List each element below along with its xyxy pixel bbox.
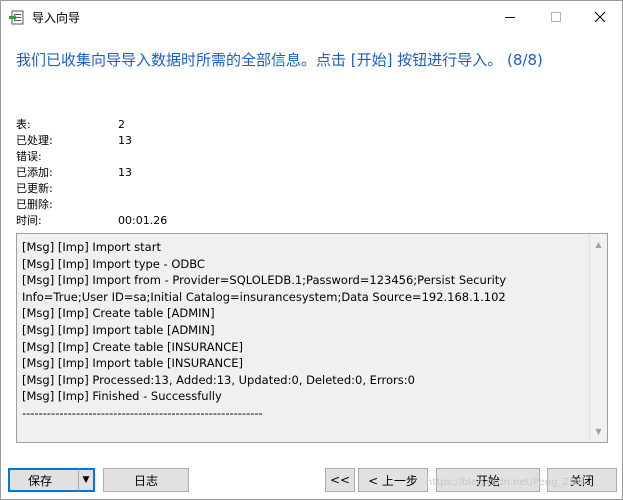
- import-wizard-window: 导入向导 我们已收集向导导入数据时所需的全部信息。点击 [开始] 按钮进行导入。…: [0, 0, 623, 500]
- log-line: [Msg] [Imp] Import table [INSURANCE]: [22, 356, 243, 371]
- stat-row-errors: 错误:: [16, 149, 316, 165]
- log-line: [Msg] [Imp] Create table [ADMIN]: [22, 306, 215, 321]
- log-line: [Msg] [Imp] Processed:13, Added:13, Upda…: [22, 372, 415, 387]
- log-line: [Msg] [Imp] Finished - Successfully: [22, 389, 222, 404]
- save-dropdown-button[interactable]: ▼: [78, 468, 95, 492]
- import-log-panel[interactable]: [Msg] [Imp] Import start [Msg] [Imp] Imp…: [16, 233, 608, 443]
- stat-value: 13: [118, 166, 132, 179]
- save-button[interactable]: 保存: [8, 468, 86, 492]
- stat-row-added: 已添加: 13: [16, 165, 316, 181]
- stat-value: 2: [118, 118, 125, 131]
- log-text: [Msg] [Imp] Import start [Msg] [Imp] Imp…: [22, 239, 587, 422]
- log-line: [Msg] [Imp] Import from - Provider=SQLOL…: [22, 273, 507, 288]
- log-line: [Msg] [Imp] Import type - ODBC: [22, 256, 205, 271]
- stat-label: 表:: [16, 118, 31, 131]
- stat-value: 13: [118, 134, 132, 147]
- log-button-label: 日志: [133, 473, 158, 488]
- first-step-button[interactable]: <<: [325, 468, 355, 492]
- log-line: [Msg] [Imp] Create table [INSURANCE]: [22, 339, 243, 354]
- back-button[interactable]: < 上一步: [358, 468, 428, 492]
- window-title: 导入向导: [32, 11, 81, 25]
- log-line: [Msg] [Imp] Import table [ADMIN]: [22, 322, 215, 337]
- stat-row-deleted: 已删除:: [16, 197, 316, 213]
- first-step-label: <<: [329, 473, 351, 487]
- import-wizard-icon: [9, 9, 25, 25]
- stat-value: 00:01.26: [118, 214, 168, 227]
- stat-label: 已处理:: [16, 134, 53, 147]
- log-line: ----------------------------------------…: [22, 405, 263, 420]
- stat-label: 已添加:: [16, 166, 53, 179]
- import-stats: 表: 2 已处理: 13 错误: 已添加: 13 已更新: 已删除: 时间: 0…: [16, 117, 316, 229]
- minimize-button[interactable]: [488, 1, 532, 32]
- watermark: https://blog.csdn.net/Peng_ZDN: [426, 477, 585, 488]
- title-bar: 导入向导: [1, 1, 622, 32]
- scroll-down-icon[interactable]: ▼: [590, 423, 607, 440]
- scroll-up-icon[interactable]: ▲: [590, 236, 607, 253]
- back-button-label: < 上一步: [368, 473, 418, 488]
- stat-label: 已删除:: [16, 198, 53, 211]
- wizard-header-message: 我们已收集向导导入数据时所需的全部信息。点击 [开始] 按钮进行导入。 (8/8…: [16, 51, 543, 69]
- stat-row-tables: 表: 2: [16, 117, 316, 133]
- maximize-button[interactable]: [534, 1, 578, 32]
- save-button-label: 保存: [27, 473, 52, 488]
- stat-row-processed: 已处理: 13: [16, 133, 316, 149]
- log-scrollbar[interactable]: ▲ ▼: [589, 234, 607, 442]
- dropdown-arrow-icon: ▼: [82, 475, 90, 485]
- log-line: [Msg] [Imp] Import start: [22, 240, 161, 254]
- stat-label: 时间:: [16, 214, 42, 227]
- log-button[interactable]: 日志: [103, 468, 189, 492]
- maximize-icon: [551, 11, 561, 22]
- close-window-button[interactable]: [578, 1, 622, 32]
- stat-row-time: 时间: 00:01.26: [16, 213, 316, 229]
- stat-row-updated: 已更新:: [16, 181, 316, 197]
- minimize-icon: [505, 16, 515, 18]
- log-line: Info=True;User ID=sa;Initial Catalog=ins…: [22, 289, 506, 304]
- stat-label: 错误:: [16, 150, 42, 163]
- stat-label: 已更新:: [16, 182, 53, 195]
- close-icon: [595, 11, 605, 22]
